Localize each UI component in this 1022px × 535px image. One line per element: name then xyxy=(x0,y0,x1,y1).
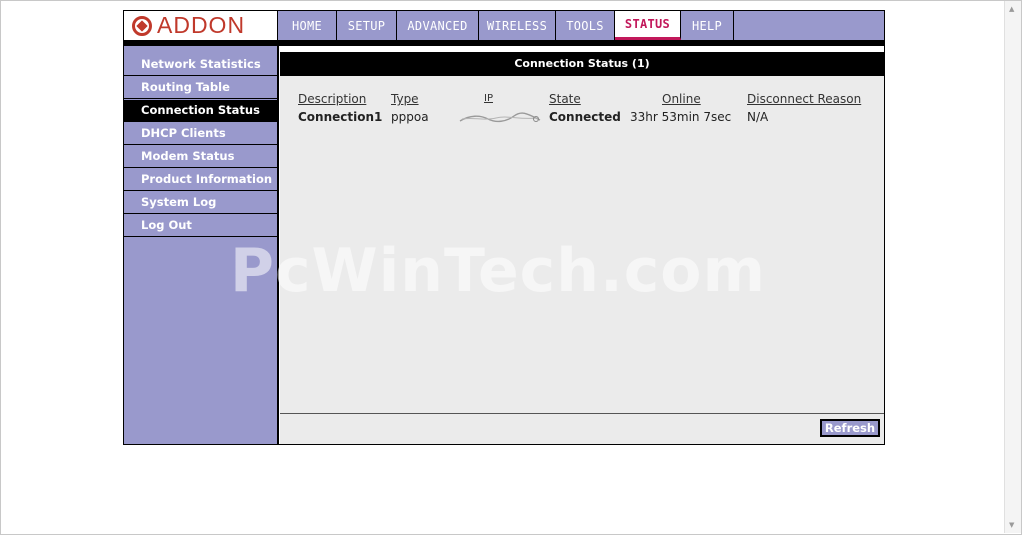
addon-logo-icon xyxy=(132,15,152,36)
sidebar-item-product-information[interactable]: Product Information xyxy=(124,169,277,191)
top-nav: HOME SETUP ADVANCED WIRELESS TOOLS STATU… xyxy=(278,11,884,40)
vertical-scrollbar[interactable]: ▲ ▼ xyxy=(1004,1,1021,533)
tab-status[interactable]: STATUS xyxy=(615,11,681,40)
sidebar-item-network-statistics[interactable]: Network Statistics xyxy=(124,54,277,76)
page-title: Connection Status (1) xyxy=(280,52,884,76)
cell-state: Connected xyxy=(549,110,621,124)
sidebar-item-dhcp-clients[interactable]: DHCP Clients xyxy=(124,123,277,145)
scroll-up-icon[interactable]: ▲ xyxy=(1009,5,1014,13)
main-content: Connection Status (1) Description Type I… xyxy=(280,52,884,444)
tab-home[interactable]: HOME xyxy=(278,11,337,40)
scroll-down-icon[interactable]: ▼ xyxy=(1009,521,1014,529)
sidebar: Network Statistics Routing Table Connect… xyxy=(124,46,279,444)
col-header-state: State xyxy=(549,92,581,106)
sidebar-item-system-log[interactable]: System Log xyxy=(124,192,277,214)
col-header-disconnect-reason: Disconnect Reason xyxy=(747,92,862,106)
footer-divider xyxy=(280,413,884,414)
cell-disconnect-reason: N/A xyxy=(747,110,769,124)
col-header-online: Online xyxy=(662,92,701,106)
refresh-button[interactable]: Refresh xyxy=(820,419,880,437)
cell-online: 33hr 53min 7sec xyxy=(630,110,732,124)
tab-advanced[interactable]: ADVANCED xyxy=(397,11,479,40)
brand-logo: ADDON xyxy=(124,11,278,40)
tab-setup[interactable]: SETUP xyxy=(337,11,397,40)
router-admin-frame: ADDON HOME SETUP ADVANCED WIRELESS TOOLS… xyxy=(123,10,885,445)
sidebar-item-log-out[interactable]: Log Out xyxy=(124,215,277,237)
col-header-ip: IP xyxy=(484,93,493,104)
cell-type: pppoa xyxy=(391,110,429,124)
brand-name: ADDON xyxy=(157,12,246,38)
tab-wireless[interactable]: WIRELESS xyxy=(479,11,556,40)
sidebar-item-connection-status[interactable]: Connection Status xyxy=(124,100,277,122)
tab-help[interactable]: HELP xyxy=(681,11,734,40)
col-header-description: Description xyxy=(298,92,367,106)
tab-tools[interactable]: TOOLS xyxy=(556,11,615,40)
sidebar-item-routing-table[interactable]: Routing Table xyxy=(124,77,277,99)
cell-description: Connection1 xyxy=(298,110,383,124)
col-header-type: Type xyxy=(391,92,419,106)
sidebar-item-modem-status[interactable]: Modem Status xyxy=(124,146,277,168)
redacted-ip-icon xyxy=(459,112,541,123)
